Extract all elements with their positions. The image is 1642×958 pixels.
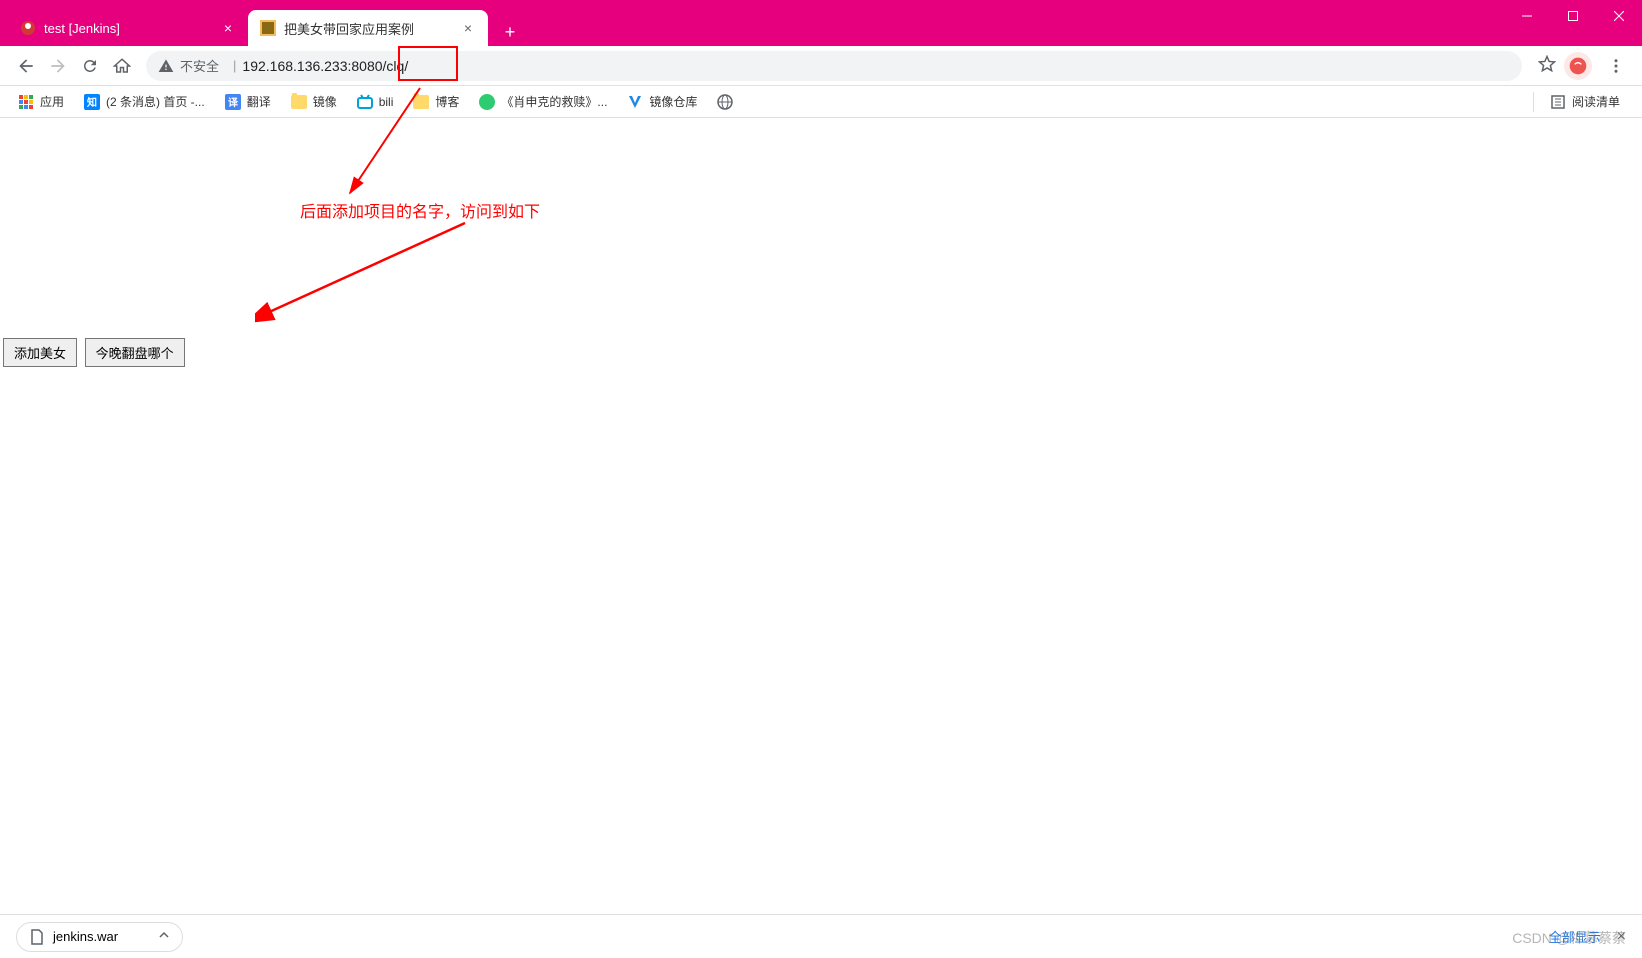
folder-icon <box>413 94 429 110</box>
security-label: 不安全 <box>180 56 219 75</box>
button-row: 添加美女 今晚翻盘哪个 <box>3 338 189 367</box>
forward-button[interactable] <box>42 50 74 82</box>
maximize-button[interactable] <box>1550 0 1596 32</box>
reading-list-icon <box>1550 94 1566 110</box>
tab-title: test [Jenkins] <box>44 21 212 36</box>
reading-list-label: 阅读清单 <box>1572 93 1620 110</box>
home-button[interactable] <box>106 50 138 82</box>
bili-icon <box>357 94 373 110</box>
bookmark-apps[interactable]: 应用 <box>10 89 72 114</box>
toolbar: 不安全 | 192.168.136.233:8080/clq/ <box>0 46 1642 86</box>
bookmark-label: bili <box>379 95 394 109</box>
annotation-text: 后面添加项目的名字，访问到如下 <box>300 198 540 222</box>
tab-title: 把美女带回家应用案例 <box>284 19 452 38</box>
divider <box>1533 92 1534 112</box>
tab-close-icon[interactable]: × <box>220 20 236 36</box>
bookmark-label: 翻译 <box>247 93 271 110</box>
annotation-box <box>398 46 458 81</box>
minimize-button[interactable] <box>1504 0 1550 32</box>
security-indicator[interactable]: 不安全 <box>158 56 219 75</box>
tab-jenkins[interactable]: test [Jenkins] × <box>8 10 248 46</box>
chevron-up-icon[interactable] <box>158 929 170 944</box>
v-icon <box>627 94 643 110</box>
select-button[interactable]: 今晚翻盘哪个 <box>85 338 185 367</box>
tab-close-icon[interactable]: × <box>460 20 476 36</box>
bookmark-shawshank[interactable]: 《肖申克的救赎》... <box>471 89 615 114</box>
address-bar[interactable]: 不安全 | 192.168.136.233:8080/clq/ <box>146 51 1522 81</box>
close-button[interactable] <box>1596 0 1642 32</box>
translate-icon: 译 <box>225 94 241 110</box>
warning-icon <box>158 58 174 74</box>
bookmark-blog[interactable]: 博客 <box>405 89 467 114</box>
add-button[interactable]: 添加美女 <box>3 338 77 367</box>
reload-button[interactable] <box>74 50 106 82</box>
address-divider: | <box>233 58 236 73</box>
bookmark-star-button[interactable] <box>1538 55 1556 76</box>
close-downloads-button[interactable]: × <box>1617 928 1626 946</box>
arrow-icon <box>255 218 475 328</box>
downloads-bar: jenkins.war 全部显示 × <box>0 914 1642 958</box>
bookmark-zhihu[interactable]: 知 (2 条消息) 首页 -... <box>76 89 213 114</box>
bookmark-translate[interactable]: 译 翻译 <box>217 89 279 114</box>
tab-active[interactable]: 把美女带回家应用案例 × <box>248 10 488 46</box>
profile-button[interactable] <box>1564 52 1592 80</box>
apps-icon <box>18 94 34 110</box>
download-item[interactable]: jenkins.war <box>16 922 183 952</box>
bookmark-globe[interactable] <box>709 90 747 114</box>
bookmarks-right: 阅读清单 <box>1525 89 1632 114</box>
bookmark-label: 应用 <box>40 93 64 110</box>
file-icon <box>29 929 45 945</box>
svg-text:知: 知 <box>86 96 97 109</box>
download-filename: jenkins.war <box>53 929 118 944</box>
menu-button[interactable] <box>1600 50 1632 82</box>
globe-icon <box>717 94 733 110</box>
zhihu-icon: 知 <box>84 94 100 110</box>
page-favicon-icon <box>260 20 276 36</box>
bookmark-label: 博客 <box>435 93 459 110</box>
tabs-area: test [Jenkins] × 把美女带回家应用案例 × + <box>8 0 1504 46</box>
back-button[interactable] <box>10 50 42 82</box>
bookmark-label: 镜像 <box>313 93 337 110</box>
window-controls <box>1504 0 1642 32</box>
svg-text:译: 译 <box>228 96 239 109</box>
bookmarks-bar: 应用 知 (2 条消息) 首页 -... 译 翻译 镜像 bili 博客 《肖申… <box>0 86 1642 118</box>
folder-icon <box>291 94 307 110</box>
bookmark-label: 《肖申克的救赎》... <box>501 93 607 110</box>
bookmark-mirror-repo[interactable]: 镜像仓库 <box>619 89 705 114</box>
page-content: 后面添加项目的名字，访问到如下 添加美女 今晚翻盘哪个 <box>0 118 1642 914</box>
bookmark-label: 镜像仓库 <box>649 93 697 110</box>
reading-list-button[interactable]: 阅读清单 <box>1542 89 1628 114</box>
titlebar: test [Jenkins] × 把美女带回家应用案例 × + <box>0 0 1642 46</box>
url-text: 192.168.136.233:8080/clq/ <box>242 58 408 74</box>
new-tab-button[interactable]: + <box>496 18 524 46</box>
jenkins-favicon-icon <box>20 20 36 36</box>
bookmark-bili[interactable]: bili <box>349 90 402 114</box>
green-icon <box>479 94 495 110</box>
show-all-button[interactable]: 全部显示 <box>1549 927 1601 946</box>
bookmark-label: (2 条消息) 首页 -... <box>106 93 205 110</box>
downloads-right: 全部显示 × <box>1549 927 1626 946</box>
bookmark-mirror[interactable]: 镜像 <box>283 89 345 114</box>
